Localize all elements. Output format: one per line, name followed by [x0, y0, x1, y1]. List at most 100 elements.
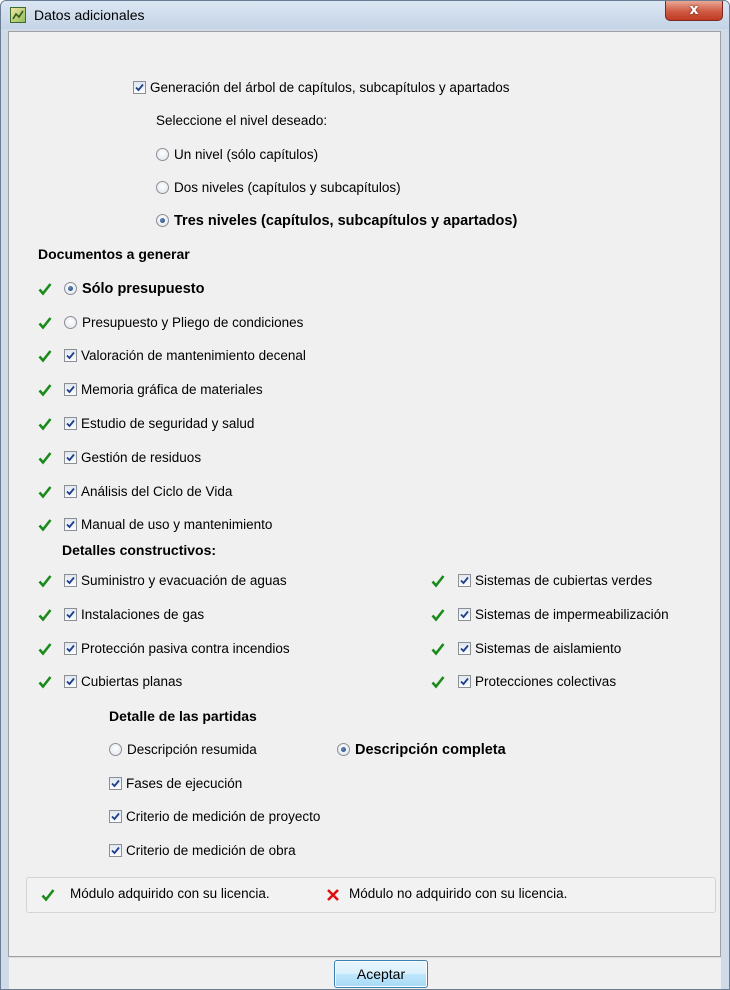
- level-radio-three-label: Tres niveles (capítulos, subcapítulos y …: [174, 213, 518, 229]
- checkbox-box: [109, 777, 122, 790]
- checkbox-box: [64, 518, 77, 531]
- detail-check-gas[interactable]: Instalaciones de gas: [38, 606, 204, 624]
- check-fases-label: Fases de ejecución: [126, 776, 243, 791]
- acquired-check-icon: [431, 643, 445, 656]
- radio-desc-resumida[interactable]: Descripción resumida: [109, 741, 257, 759]
- detail-check-aguas-label: Suministro y evacuación de aguas: [81, 573, 287, 588]
- check-fases[interactable]: Fases de ejecución: [109, 775, 242, 793]
- acquired-check-icon: [38, 575, 52, 588]
- radio-dot: [156, 181, 169, 194]
- partidas-heading: Detalle de las partidas: [109, 708, 257, 724]
- level-radio-three[interactable]: Tres niveles (capítulos, subcapítulos y …: [156, 212, 517, 230]
- acquired-check-icon: [38, 384, 52, 397]
- checkbox-box: [458, 642, 471, 655]
- radio-dot: [156, 148, 169, 161]
- checkbox-box: [64, 417, 77, 430]
- legend-not-acquired-text: Módulo no adquirido con su licencia.: [349, 886, 568, 901]
- acquired-check-icon: [38, 350, 52, 363]
- level-radio-two[interactable]: Dos niveles (capítulos y subcapítulos): [156, 179, 401, 197]
- tree-generate-checkbox[interactable]: Generación del árbol de capítulos, subca…: [133, 79, 509, 97]
- doc-radio-pliego[interactable]: Presupuesto y Pliego de condiciones: [38, 314, 303, 332]
- license-legend: Módulo adquirido con su licencia. Módulo…: [26, 877, 716, 913]
- tree-generate-label: Generación del árbol de capítulos, subca…: [150, 80, 510, 95]
- check-medicion-obra[interactable]: Criterio de medición de obra: [109, 842, 296, 860]
- detail-check-aislamiento[interactable]: Sistemas de aislamiento: [431, 640, 621, 658]
- acquired-check-icon: [431, 676, 445, 689]
- acquired-check-icon: [41, 889, 55, 902]
- doc-check-residuos[interactable]: Gestión de residuos: [38, 449, 201, 467]
- radio-desc-resumida-label: Descripción resumida: [127, 742, 257, 757]
- doc-check-residuos-label: Gestión de residuos: [81, 450, 202, 465]
- doc-check-ciclo-vida-label: Análisis del Ciclo de Vida: [81, 484, 233, 499]
- detail-check-impermeabilizacion[interactable]: Sistemas de impermeabilización: [431, 606, 669, 624]
- checkbox-box: [64, 642, 77, 655]
- close-button[interactable]: x: [665, 1, 723, 21]
- acquired-check-icon: [38, 486, 52, 499]
- details-heading: Detalles constructivos:: [62, 542, 217, 558]
- acquired-check-icon: [38, 519, 52, 532]
- doc-check-seguridad[interactable]: Estudio de seguridad y salud: [38, 415, 254, 433]
- doc-radio-presupuesto-label: Sólo presupuesto: [82, 281, 205, 297]
- doc-check-manual-label: Manual de uso y mantenimiento: [81, 517, 273, 532]
- checkbox-box: [64, 451, 77, 464]
- acquired-check-icon: [38, 452, 52, 465]
- doc-check-mantenimiento-label: Valoración de mantenimiento decenal: [81, 348, 306, 363]
- doc-radio-pliego-label: Presupuesto y Pliego de condiciones: [82, 315, 304, 330]
- detail-check-aguas[interactable]: Suministro y evacuación de aguas: [38, 572, 287, 590]
- check-medicion-obra-label: Criterio de medición de obra: [126, 843, 296, 858]
- detail-check-incendios-label: Protección pasiva contra incendios: [81, 641, 290, 656]
- acquired-check-icon: [431, 575, 445, 588]
- acquired-check-icon: [38, 418, 52, 431]
- level-radio-one[interactable]: Un nivel (sólo capítulos): [156, 146, 318, 164]
- detail-check-cubiertas-verdes[interactable]: Sistemas de cubiertas verdes: [431, 572, 652, 590]
- acquired-check-icon: [38, 283, 52, 296]
- checkbox-box: [64, 485, 77, 498]
- radio-desc-completa[interactable]: Descripción completa: [337, 741, 506, 759]
- radio-dot-selected: [64, 282, 77, 295]
- app-icon: [10, 7, 26, 23]
- detail-check-impermeabilizacion-label: Sistemas de impermeabilización: [475, 607, 669, 622]
- radio-dot: [64, 316, 77, 329]
- acquired-check-icon: [38, 609, 52, 622]
- checkbox-box: [64, 574, 77, 587]
- checkbox-box: [109, 810, 122, 823]
- detail-check-cubiertas-verdes-label: Sistemas de cubiertas verdes: [475, 573, 653, 588]
- check-medicion-proyecto-label: Criterio de medición de proyecto: [126, 809, 321, 824]
- radio-dot: [109, 743, 122, 756]
- detail-check-protecciones-label: Protecciones colectivas: [475, 674, 617, 689]
- window-title: Datos adicionales: [34, 7, 145, 23]
- doc-check-ciclo-vida[interactable]: Análisis del Ciclo de Vida: [38, 483, 232, 501]
- documents-heading: Documentos a generar: [38, 246, 190, 262]
- radio-dot-selected: [156, 214, 169, 227]
- acquired-check-icon: [431, 609, 445, 622]
- radio-dot-selected: [337, 743, 350, 756]
- acquired-check-icon: [38, 317, 52, 330]
- close-icon: x: [689, 2, 699, 18]
- checkbox-box: [458, 574, 471, 587]
- detail-check-cubiertas-planas[interactable]: Cubiertas planas: [38, 673, 182, 691]
- detail-check-incendios[interactable]: Protección pasiva contra incendios: [38, 640, 290, 658]
- acquired-check-icon: [38, 643, 52, 656]
- acquired-check-icon: [38, 676, 52, 689]
- title-bar: Datos adicionales x: [1, 1, 729, 29]
- checkbox-box: [458, 675, 471, 688]
- detail-check-cubiertas-planas-label: Cubiertas planas: [81, 674, 183, 689]
- dialog-window: Datos adicionales x Generación del árbol…: [0, 0, 730, 990]
- doc-check-manual[interactable]: Manual de uso y mantenimiento: [38, 516, 272, 534]
- checkbox-box: [458, 608, 471, 621]
- checkbox-box: [64, 675, 77, 688]
- detail-check-protecciones[interactable]: Protecciones colectivas: [431, 673, 616, 691]
- accept-button[interactable]: Aceptar: [334, 960, 428, 988]
- check-medicion-proyecto[interactable]: Criterio de medición de proyecto: [109, 808, 320, 826]
- checkbox-box: [64, 608, 77, 621]
- checkbox-box: [109, 844, 122, 857]
- checkbox-box: [64, 383, 77, 396]
- doc-check-seguridad-label: Estudio de seguridad y salud: [81, 416, 255, 431]
- detail-check-gas-label: Instalaciones de gas: [81, 607, 205, 622]
- doc-radio-presupuesto[interactable]: Sólo presupuesto: [38, 280, 204, 298]
- doc-check-mantenimiento[interactable]: Valoración de mantenimiento decenal: [38, 347, 306, 365]
- doc-check-memoria[interactable]: Memoria gráfica de materiales: [38, 381, 263, 399]
- level-prompt: Seleccione el nivel deseado:: [156, 113, 328, 128]
- radio-desc-completa-label: Descripción completa: [355, 742, 506, 758]
- doc-check-memoria-label: Memoria gráfica de materiales: [81, 382, 263, 397]
